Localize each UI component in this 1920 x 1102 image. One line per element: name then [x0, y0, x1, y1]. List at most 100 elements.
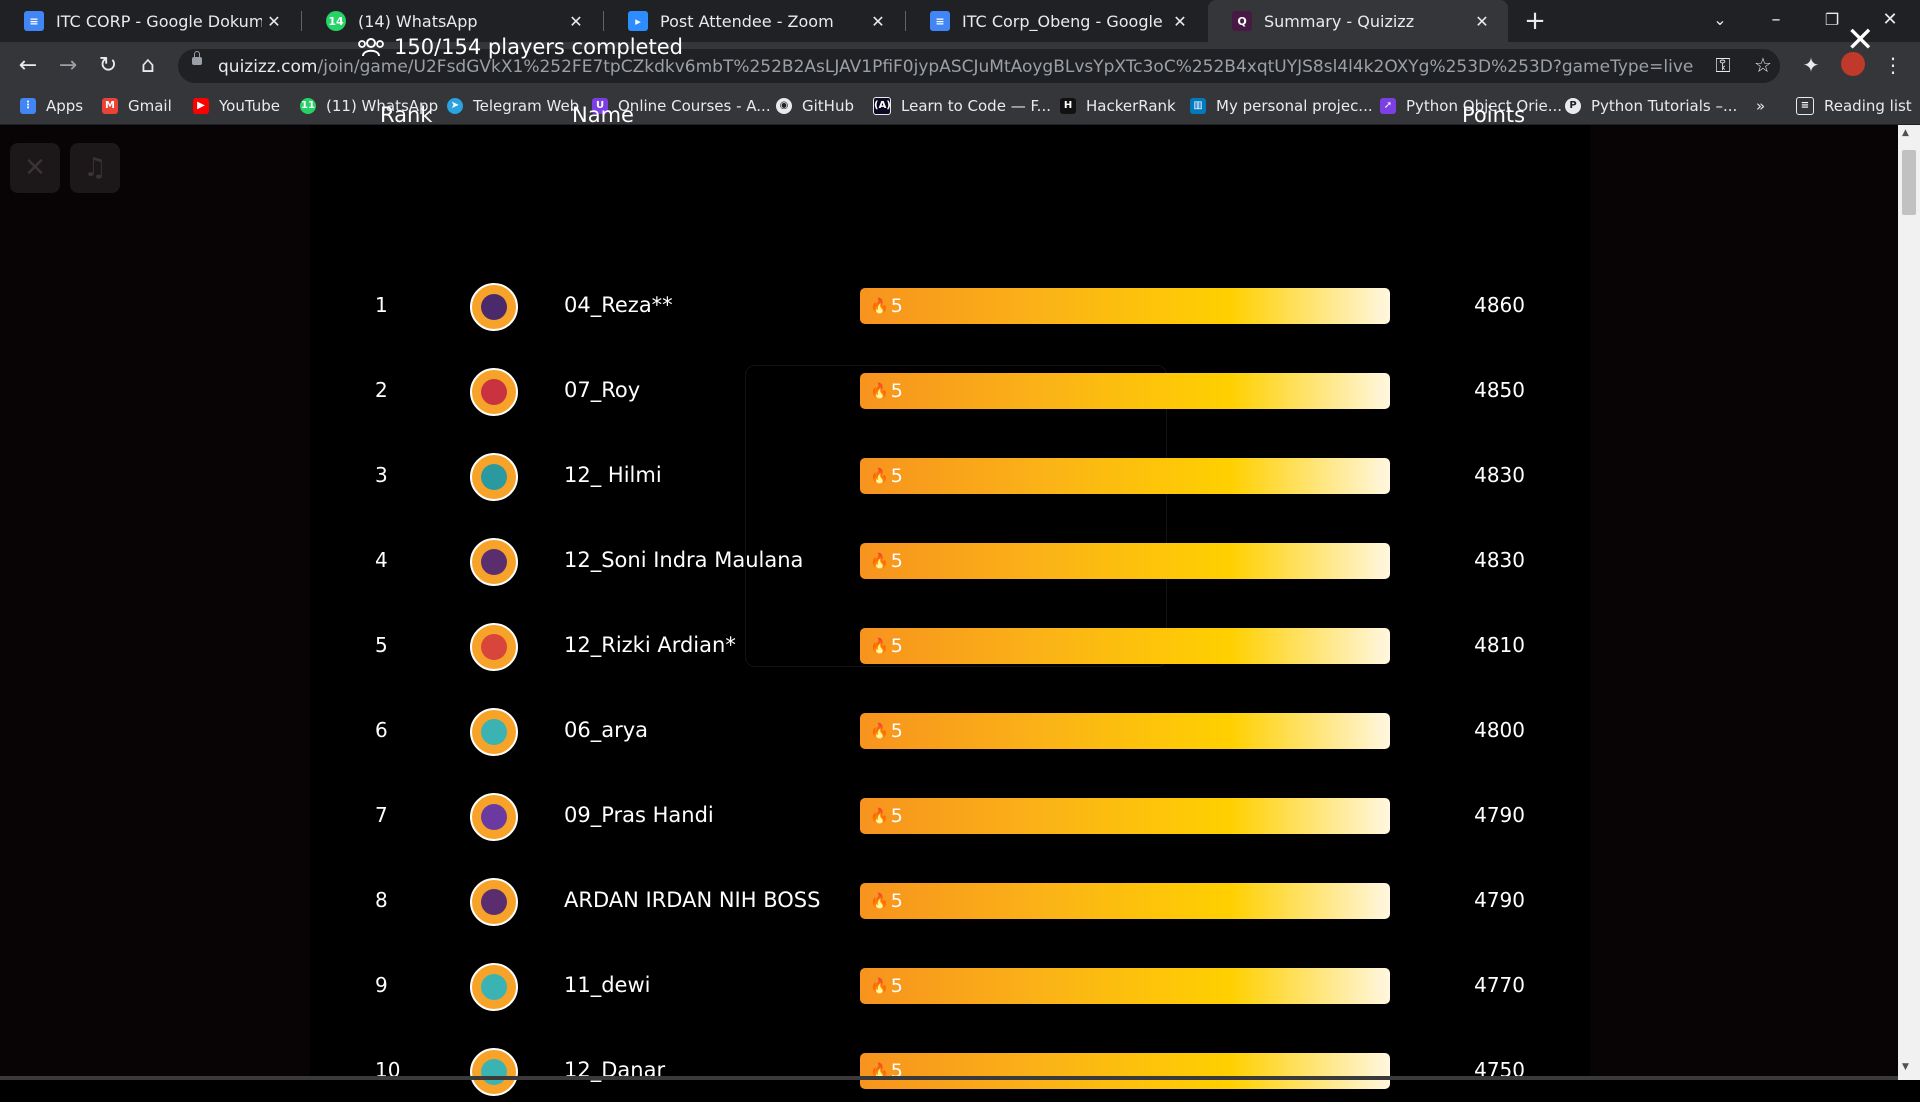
scrollbar-thumb[interactable]: [1902, 150, 1916, 215]
lock-icon[interactable]: [192, 51, 202, 65]
player-points: 4810: [1474, 633, 1525, 657]
score-bar: 🔥 5: [860, 543, 1390, 579]
avatar-face-icon: [481, 889, 507, 915]
bookmark-personal-projects[interactable]: ▥ My personal projec...: [1190, 94, 1373, 118]
python-icon: P: [1565, 98, 1581, 114]
tab-itc-corp[interactable]: ≡ ITC CORP - Google Dokumen ✕: [0, 0, 300, 42]
leaderboard-row: 4 12_Soni Indra Maulana 🔥 5 4830: [0, 532, 1898, 592]
hackerrank-icon: H: [1060, 98, 1076, 114]
player-points: 4830: [1474, 463, 1525, 487]
players-completed: 150/154 players completed: [358, 35, 683, 59]
player-rank: 8: [375, 888, 388, 912]
apps-grid-icon: ⋮: [20, 98, 36, 114]
leaderboard-row: 9 11_dewi 🔥 5 4770: [0, 957, 1898, 1017]
reading-list-button[interactable]: ≡ Reading list: [1796, 94, 1912, 118]
rank-header: Rank: [380, 103, 433, 127]
flame-icon: 🔥: [870, 552, 889, 570]
close-tab-icon[interactable]: ✕: [262, 12, 286, 31]
bookmark-hackerrank[interactable]: H HackerRank: [1060, 94, 1176, 118]
streak-badge: 🔥 5: [870, 295, 903, 317]
flame-icon: 🔥: [870, 297, 889, 315]
bookmark-telegram[interactable]: ➤ Telegram Web: [447, 94, 579, 118]
gmail-icon: M: [102, 98, 118, 114]
name-header: Name: [572, 103, 634, 127]
leaderboard-row: 7 09_Pras Handi 🔥 5 4790: [0, 787, 1898, 847]
player-avatar: [470, 878, 518, 926]
flame-icon: 🔥: [870, 892, 889, 910]
bookmark-gmail[interactable]: M Gmail: [102, 94, 172, 118]
leaderboard-row: 2 07_Roy 🔥 5 4850: [0, 362, 1898, 422]
player-avatar: [470, 368, 518, 416]
streak-badge: 🔥 5: [870, 890, 903, 912]
bookmark-apps[interactable]: ⋮ Apps: [20, 94, 83, 118]
url-text[interactable]: quizizz.com/join/game/U2FsdGVkX1%252FE7t…: [218, 57, 1718, 77]
leaderboard-row: 1 04_Reza** 🔥 5 4860: [0, 277, 1898, 337]
player-points: 4770: [1474, 973, 1525, 997]
player-name: 07_Roy: [564, 378, 641, 402]
score-bar: 🔥 5: [860, 373, 1390, 409]
player-avatar: [470, 793, 518, 841]
score-bar: 🔥 5: [860, 288, 1390, 324]
key-icon[interactable]: ⚿: [1710, 52, 1736, 78]
bookmark-star-icon[interactable]: ☆: [1750, 52, 1776, 78]
bookmarks-overflow-button[interactable]: »: [1756, 94, 1765, 118]
python-course-icon: ➚: [1380, 98, 1396, 114]
whatsapp-icon: 11: [300, 98, 316, 114]
avatar-face-icon: [481, 1059, 507, 1085]
music-icon[interactable]: ♫: [70, 143, 120, 193]
player-name: 04_Reza**: [564, 293, 673, 317]
bookmark-github[interactable]: ◉ GitHub: [776, 94, 854, 118]
close-tab-icon[interactable]: ✕: [1168, 12, 1192, 31]
exit-game-icon[interactable]: ✕: [10, 143, 60, 193]
bookmark-youtube[interactable]: ▶ YouTube: [193, 94, 280, 118]
player-avatar: [470, 453, 518, 501]
flame-icon: 🔥: [870, 807, 889, 825]
avatar-face-icon: [481, 804, 507, 830]
vertical-scrollbar[interactable]: [1898, 125, 1920, 1080]
player-points: 4860: [1474, 293, 1525, 317]
player-rank: 7: [375, 803, 388, 827]
home-icon[interactable]: ⌂: [132, 50, 164, 82]
leaderboard-row: 8 ARDAN IRDAN NIH BOSS 🔥 5 4790: [0, 872, 1898, 932]
player-name: 09_Pras Handi: [564, 803, 714, 827]
close-tab-icon[interactable]: ✕: [564, 12, 588, 31]
streak-badge: 🔥 5: [870, 550, 903, 572]
reload-icon[interactable]: ↻: [92, 50, 124, 82]
tab-summary-quizizz[interactable]: Q Summary - Quizizz ✕: [1208, 0, 1508, 42]
scroll-down-arrow[interactable]: ▼: [1902, 1062, 1909, 1072]
player-rank: 9: [375, 973, 388, 997]
quizizz-icon: Q: [1232, 11, 1252, 31]
youtube-icon: ▶: [193, 98, 209, 114]
bookmark-python-tutorials[interactable]: P Python Tutorials –...: [1565, 94, 1737, 118]
minimize-button[interactable]: –: [1756, 4, 1796, 36]
back-icon[interactable]: ←: [12, 50, 44, 82]
streak-badge: 🔥 5: [870, 635, 903, 657]
player-rank: 1: [375, 293, 388, 317]
flame-icon: 🔥: [870, 637, 889, 655]
forward-icon[interactable]: →: [52, 50, 84, 82]
close-tab-icon[interactable]: ✕: [866, 12, 890, 31]
streak-badge: 🔥 5: [870, 975, 903, 997]
menu-icon[interactable]: ⋮: [1880, 52, 1906, 78]
player-points: 4830: [1474, 548, 1525, 572]
player-name: 11_dewi: [564, 973, 651, 997]
leaderboard-row: 3 12_ Hilmi 🔥 5 4830: [0, 447, 1898, 507]
close-tab-icon[interactable]: ✕: [1470, 12, 1494, 31]
whatsapp-icon: 14: [326, 11, 346, 31]
player-avatar: [470, 1048, 518, 1096]
trello-icon: ▥: [1190, 98, 1206, 114]
score-bar: 🔥 5: [860, 713, 1390, 749]
google-docs-icon: ≡: [930, 11, 950, 31]
extensions-icon[interactable]: ✦: [1798, 52, 1824, 78]
score-bar: 🔥 5: [860, 968, 1390, 1004]
close-window-button[interactable]: ✕: [1870, 4, 1910, 36]
tab-search-icon[interactable]: ⌄: [1700, 4, 1740, 36]
score-bar: 🔥 5: [860, 628, 1390, 664]
player-rank: 6: [375, 718, 388, 742]
bookmark-freecodecamp[interactable]: (A) Learn to Code — F...: [873, 94, 1051, 118]
new-tab-button[interactable]: +: [1520, 6, 1550, 36]
close-summary-button[interactable]: ✕: [1846, 23, 1875, 57]
scroll-up-arrow[interactable]: ▲: [1902, 128, 1909, 138]
tab-itc-corp-obeng[interactable]: ≡ ITC Corp_Obeng - Google Dokum ✕: [906, 0, 1206, 42]
player-points: 4850: [1474, 378, 1525, 402]
